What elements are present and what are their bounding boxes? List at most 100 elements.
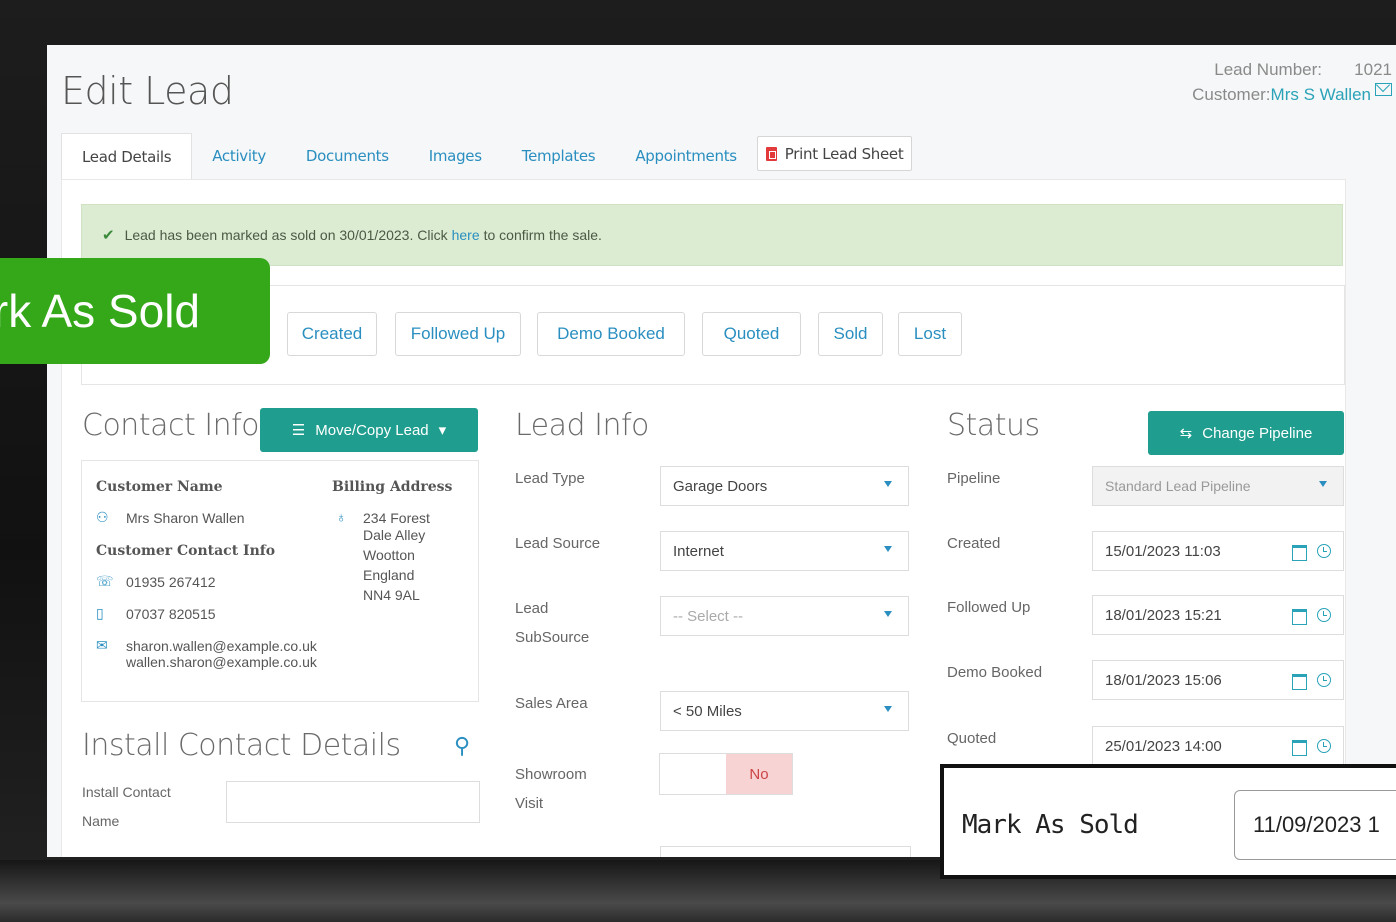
calendar-icon[interactable] <box>1292 609 1307 625</box>
email-icon[interactable] <box>1375 83 1392 96</box>
showroom-visit-label: Showroom Visit <box>515 760 587 818</box>
email-primary[interactable]: sharon.wallen@example.co.uk <box>126 638 317 654</box>
lead-subsource-label: Lead SubSource <box>515 594 589 652</box>
lead-type-select[interactable]: Garage Doors <box>660 466 909 506</box>
stage-followed-up-button[interactable]: Followed Up <box>395 312 521 356</box>
user-icon: ⚇ <box>96 509 109 525</box>
phone-number[interactable]: 01935 267412 <box>126 574 216 590</box>
stage-lost-button[interactable]: Lost <box>898 312 962 356</box>
lead-type-value: Garage Doors <box>673 477 768 495</box>
move-copy-lead-label: Move/Copy Lead <box>315 421 429 439</box>
tab-appointments[interactable]: Appointments <box>615 133 756 179</box>
dropdown-caret-icon <box>884 706 892 712</box>
sales-area-select[interactable]: < 50 Miles <box>660 691 909 731</box>
tab-lead-details[interactable]: Lead Details <box>61 133 193 179</box>
install-contact-label: Install Contact Name <box>82 778 171 836</box>
mark-as-sold-label: Mark As Sold <box>962 810 1139 840</box>
mark-as-sold-panel: Mark As Sold 11/09/2023 1 <box>940 764 1396 879</box>
quoted-date-value: 25/01/2023 14:00 <box>1105 737 1222 755</box>
followed-up-label: Followed Up <box>947 599 1031 616</box>
switch-icon: ⇆ <box>1179 425 1193 442</box>
lead-subsource-label-1: Lead <box>515 600 549 617</box>
billing-line-5: NN4 9AL <box>363 587 420 603</box>
quoted-date-input[interactable]: 25/01/2023 14:00 <box>1092 726 1344 766</box>
lead-subsource-select[interactable]: -- Select -- <box>660 596 909 636</box>
toggle-off-side <box>660 754 726 794</box>
install-contact-name-input[interactable] <box>226 781 480 823</box>
install-contact-heading: Install Contact Details <box>82 728 401 763</box>
followed-up-date-input[interactable]: 18/01/2023 15:21 <box>1092 595 1344 635</box>
status-heading: Status <box>947 408 1040 443</box>
dropdown-caret-icon <box>884 481 892 487</box>
install-contact-label-1: Install Contact <box>82 784 171 800</box>
showroom-visit-label-1: Showroom <box>515 766 587 783</box>
sales-area-label: Sales Area <box>515 695 588 712</box>
mark-as-sold-banner: Mark As Sold <box>0 258 270 364</box>
lead-meta: Lead Number: 1021 Customer: Mrs S Wallen <box>1192 57 1392 107</box>
check-icon: ✔ <box>102 227 115 244</box>
showroom-visit-toggle[interactable]: No <box>659 753 793 795</box>
lead-source-select[interactable]: Internet <box>660 531 909 571</box>
clock-icon[interactable] <box>1317 544 1331 558</box>
billing-line-4: England <box>363 567 415 583</box>
stage-quoted-button[interactable]: Quoted <box>702 312 801 356</box>
confirm-sale-link[interactable]: here <box>452 227 480 243</box>
pipeline-select[interactable]: Standard Lead Pipeline <box>1092 466 1344 506</box>
contact-info-heading: Contact Info <box>82 408 260 443</box>
contact-card: Customer Name ⚇ Mrs Sharon Wallen Custom… <box>81 460 479 702</box>
billing-address-label: Billing Address <box>332 479 453 495</box>
calendar-icon[interactable] <box>1292 674 1307 690</box>
clock-icon[interactable] <box>1317 739 1331 753</box>
customer-label: Customer: <box>1192 85 1271 104</box>
lead-source-value: Internet <box>673 542 724 560</box>
pipeline-stages: Created Followed Up Demo Booked Quoted S… <box>81 285 1345 385</box>
mark-as-sold-date-input[interactable]: 11/09/2023 1 <box>1234 790 1396 860</box>
lead-subsource-label-2: SubSource <box>515 629 590 646</box>
lead-info-heading: Lead Info <box>515 408 649 443</box>
tab-activity[interactable]: Activity <box>192 133 286 179</box>
customer-contact-info-label: Customer Contact Info <box>96 543 276 559</box>
mobile-icon: ▯ <box>96 605 104 621</box>
tab-templates[interactable]: Templates <box>502 133 616 179</box>
location-icon[interactable]: ⚲ <box>454 733 470 759</box>
stage-sold-button[interactable]: Sold <box>818 312 883 356</box>
mark-as-sold-banner-text: Mark As Sold <box>0 285 200 337</box>
calendar-icon[interactable] <box>1292 545 1307 561</box>
showroom-visit-label-2: Visit <box>515 795 544 812</box>
alert-text: Lead has been marked as sold on 30/01/20… <box>124 227 448 243</box>
map-pin-icon: ♁ <box>336 509 347 525</box>
created-date-input[interactable]: 15/01/2023 11:03 <box>1092 531 1344 571</box>
print-lead-sheet-button[interactable]: Print Lead Sheet <box>756 136 913 171</box>
created-date-value: 15/01/2023 11:03 <box>1105 542 1221 560</box>
dropdown-caret-icon <box>884 546 892 552</box>
next-field-input[interactable] <box>660 846 911 857</box>
pdf-icon <box>765 146 777 161</box>
phone-icon: ☏ <box>96 573 114 589</box>
lead-number-label: Lead Number: <box>1214 60 1322 79</box>
change-pipeline-button[interactable]: ⇆ Change Pipeline <box>1148 411 1344 455</box>
demo-booked-date-input[interactable]: 18/01/2023 15:06 <box>1092 660 1344 700</box>
page-title: Edit Lead <box>61 69 234 113</box>
clock-icon[interactable] <box>1317 673 1331 687</box>
lead-type-label: Lead Type <box>515 470 585 487</box>
mobile-number[interactable]: 07037 820515 <box>126 606 216 622</box>
sales-area-value: < 50 Miles <box>673 702 742 720</box>
change-pipeline-label: Change Pipeline <box>1202 424 1313 442</box>
demo-booked-label: Demo Booked <box>947 664 1043 681</box>
customer-link[interactable]: Mrs S Wallen <box>1271 82 1371 107</box>
pipeline-value: Standard Lead Pipeline <box>1105 478 1251 494</box>
tab-documents[interactable]: Documents <box>286 133 409 179</box>
customer-name-label: Customer Name <box>96 479 223 495</box>
clock-icon[interactable] <box>1317 608 1331 622</box>
billing-line-2: Dale Alley <box>363 527 426 543</box>
lead-source-label: Lead Source <box>515 535 601 552</box>
email-secondary[interactable]: wallen.sharon@example.co.uk <box>126 654 317 670</box>
move-copy-lead-button[interactable]: ☰ Move/Copy Lead ▾ <box>260 408 478 452</box>
stage-demo-booked-button[interactable]: Demo Booked <box>537 312 685 356</box>
toggle-no-label: No <box>726 754 792 794</box>
envelope-icon: ✉ <box>96 637 108 653</box>
calendar-icon[interactable] <box>1292 740 1307 756</box>
stage-created-button[interactable]: Created <box>287 312 377 356</box>
caret-down-icon: ▾ <box>438 422 447 439</box>
tab-images[interactable]: Images <box>409 133 502 179</box>
